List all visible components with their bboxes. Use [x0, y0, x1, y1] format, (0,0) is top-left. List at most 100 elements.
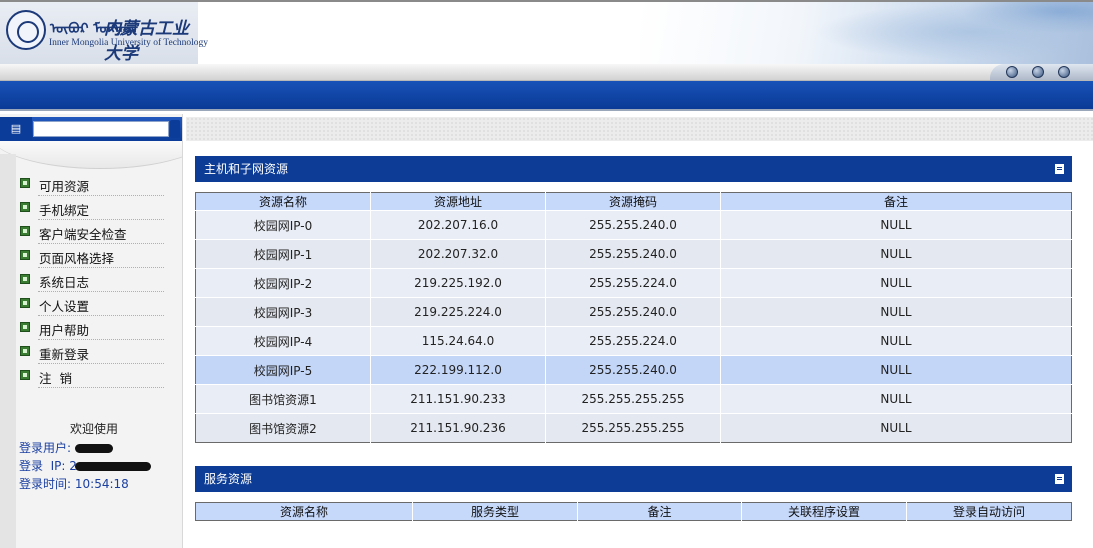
- list-item-icon: [20, 322, 30, 332]
- cell-note: NULL: [720, 355, 1072, 385]
- column-header[interactable]: 备注: [577, 502, 742, 521]
- cell-address: 211.151.90.233: [370, 384, 546, 414]
- table-row[interactable]: 校园网IP-0 202.207.16.0 255.255.240.0 NULL: [195, 210, 1072, 240]
- sidebar-item-logout[interactable]: 注 销: [18, 365, 164, 389]
- list-item-icon: [20, 226, 30, 236]
- collapse-panel-icon[interactable]: [1055, 164, 1064, 174]
- column-header[interactable]: 资源掩码: [545, 192, 721, 211]
- cell-mask: 255.255.255.255: [545, 413, 721, 443]
- sidebar-collapse-handle[interactable]: [170, 120, 180, 138]
- cell-name: 校园网IP-4: [195, 326, 371, 356]
- cell-address: 202.207.32.0: [370, 239, 546, 269]
- sidebar-item-page-style[interactable]: 页面风格选择: [18, 245, 164, 269]
- header-banner-art: [640, 2, 1093, 64]
- cell-name: 校园网IP-5: [195, 355, 371, 385]
- university-seal-icon: [6, 10, 46, 50]
- cell-mask: 255.255.240.0: [545, 210, 721, 240]
- cell-address: 222.199.112.0: [370, 355, 546, 385]
- column-header[interactable]: 资源名称: [195, 192, 371, 211]
- hosts-panel-title: 主机和子网资源: [195, 156, 1072, 182]
- welcome-title: 欢迎使用: [69, 422, 118, 436]
- list-item-icon: [20, 250, 30, 260]
- table-row[interactable]: 校园网IP-3 219.225.224.0 255.255.240.0 NULL: [195, 297, 1072, 327]
- sidebar-item-label: 页面风格选择: [39, 251, 115, 266]
- header-grey-band: [0, 64, 1093, 81]
- sidebar-item-client-security-check[interactable]: 客户端安全检查: [18, 221, 164, 245]
- login-ip-row: 登录 IP: 2: [19, 457, 169, 475]
- column-header[interactable]: 服务类型: [412, 502, 578, 521]
- column-header[interactable]: 备注: [720, 192, 1072, 211]
- close-button[interactable]: [1058, 66, 1070, 78]
- content-top-band: [186, 117, 1093, 141]
- logo-english-text: Inner Mongolia University of Technology: [49, 38, 209, 48]
- cell-mask: 255.255.224.0: [545, 326, 721, 356]
- column-header[interactable]: 登录自动访问: [906, 502, 1072, 521]
- cell-note: NULL: [720, 239, 1072, 269]
- cell-note: NULL: [720, 210, 1072, 240]
- cell-mask: 255.255.240.0: [545, 297, 721, 327]
- table-row[interactable]: 校园网IP-4 115.24.64.0 255.255.224.0 NULL: [195, 326, 1072, 356]
- sidebar-menu-icon[interactable]: ▤: [0, 117, 32, 141]
- list-item-icon: [20, 298, 30, 308]
- table-header-row: 资源名称 资源地址 资源掩码 备注: [195, 192, 1072, 211]
- cell-name: 图书馆资源1: [195, 384, 371, 414]
- cell-mask: 255.255.224.0: [545, 268, 721, 298]
- sidebar-item-phone-binding[interactable]: 手机绑定: [18, 197, 164, 221]
- cell-name: 图书馆资源2: [195, 413, 371, 443]
- sidebar-item-relogin[interactable]: 重新登录: [18, 341, 164, 365]
- sidebar-header-bar: [33, 121, 169, 137]
- cell-mask: 255.255.255.255: [545, 384, 721, 414]
- sidebar-menu: 可用资源 手机绑定 客户端安全检查 页面风格选择 系统日志 个人设置 用户帮助 …: [18, 173, 164, 389]
- table-header-row: 资源名称 服务类型 备注 关联程序设置 登录自动访问: [195, 502, 1072, 521]
- restore-button[interactable]: [1032, 66, 1044, 78]
- hosts-panel-title-text: 主机和子网资源: [204, 162, 289, 176]
- sidebar-item-system-log[interactable]: 系统日志: [18, 269, 164, 293]
- cell-note: NULL: [720, 326, 1072, 356]
- sidebar-item-label: 重新登录: [39, 347, 90, 362]
- login-ip-label: 登录 IP:: [19, 459, 66, 473]
- column-header[interactable]: 资源地址: [370, 192, 546, 211]
- header-blue-band: [0, 81, 1093, 111]
- redacted-username: [74, 444, 113, 453]
- table-row[interactable]: 校园网IP-1 202.207.32.0 255.255.240.0 NULL: [195, 239, 1072, 269]
- list-item-icon: [20, 202, 30, 212]
- table-row-selected[interactable]: 校园网IP-5 222.199.112.0 255.255.240.0 NULL: [195, 355, 1072, 385]
- top-header: ᠥᠪᠦᠷ ᠮᠣᠩᠭᠣᠯ 内蒙古工业大学 Inner Mongolia Unive…: [0, 0, 1093, 64]
- sidebar-item-user-help[interactable]: 用户帮助: [18, 317, 164, 341]
- cell-name: 校园网IP-1: [195, 239, 371, 269]
- sidebar-item-label: 个人设置: [39, 299, 90, 314]
- cell-name: 校园网IP-3: [195, 297, 371, 327]
- list-item-icon: [20, 274, 30, 284]
- cell-note: NULL: [720, 268, 1072, 298]
- cell-note: NULL: [720, 384, 1072, 414]
- sidebar-item-label: 可用资源: [39, 179, 90, 194]
- sidebar-item-label: 注 销: [39, 371, 72, 386]
- login-user-label: 登录用户:: [19, 441, 72, 455]
- cell-name: 校园网IP-2: [195, 268, 371, 298]
- minimize-button[interactable]: [1006, 66, 1018, 78]
- column-header[interactable]: 关联程序设置: [741, 502, 907, 521]
- collapse-panel-icon[interactable]: [1055, 474, 1064, 484]
- column-header[interactable]: 资源名称: [195, 502, 413, 521]
- sidebar-item-personal-settings[interactable]: 个人设置: [18, 293, 164, 317]
- sidebar-item-available-resources[interactable]: 可用资源: [18, 173, 164, 197]
- hosts-table: 资源名称 资源地址 资源掩码 备注 校园网IP-0 202.207.16.0 255…: [195, 192, 1072, 443]
- list-item-icon: [20, 346, 30, 356]
- window-controls: [990, 64, 1093, 80]
- login-user-row: 登录用户:: [19, 439, 169, 457]
- table-row[interactable]: 校园网IP-2 219.225.192.0 255.255.224.0 NULL: [195, 268, 1072, 298]
- cell-mask: 255.255.240.0: [545, 355, 721, 385]
- cell-address: 115.24.64.0: [370, 326, 546, 356]
- table-row[interactable]: 图书馆资源1 211.151.90.233 255.255.255.255 NULL: [195, 384, 1072, 414]
- cell-address: 202.207.16.0: [370, 210, 546, 240]
- sidebar-item-label: 手机绑定: [39, 203, 90, 218]
- sidebar-header: ▤: [0, 117, 182, 141]
- services-panel-title: 服务资源: [195, 466, 1072, 492]
- login-time-label: 登录时间:: [19, 477, 72, 491]
- table-row[interactable]: 图书馆资源2 211.151.90.236 255.255.255.255 NULL: [195, 413, 1072, 443]
- university-logo: ᠥᠪᠦᠷ ᠮᠣᠩᠭᠣᠯ 内蒙古工业大学 Inner Mongolia Unive…: [0, 2, 208, 64]
- cell-note: NULL: [720, 297, 1072, 327]
- sidebar-item-label: 系统日志: [39, 275, 90, 290]
- list-item-icon: [20, 178, 30, 188]
- login-time-row: 登录时间: 10:54:18: [19, 475, 169, 493]
